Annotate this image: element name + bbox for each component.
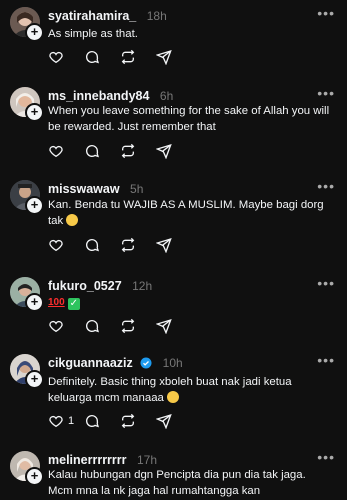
post-text: Kalau hubungan dgn Pencipta dia pun dia … bbox=[48, 469, 306, 497]
action-bar bbox=[48, 236, 192, 254]
username[interactable]: fukuro_0527 bbox=[48, 279, 122, 293]
repost-button[interactable] bbox=[120, 412, 156, 430]
timestamp: 17h bbox=[136, 453, 157, 467]
timestamp: 5h bbox=[130, 182, 144, 196]
send-icon bbox=[156, 413, 172, 429]
reply-button[interactable] bbox=[84, 142, 120, 160]
like-count: 1 bbox=[68, 415, 75, 427]
avatar[interactable]: + bbox=[10, 7, 44, 42]
reply-button[interactable] bbox=[84, 48, 120, 66]
post-text: When you leave something for the sake of… bbox=[48, 105, 330, 133]
comment-icon bbox=[86, 415, 99, 428]
follow-plus-icon[interactable]: + bbox=[25, 293, 44, 312]
repost-icon bbox=[121, 318, 135, 334]
comment-icon bbox=[86, 51, 99, 64]
like-button[interactable] bbox=[48, 236, 84, 254]
avatar[interactable]: + bbox=[10, 87, 44, 122]
share-button[interactable] bbox=[156, 317, 192, 335]
repost-button[interactable] bbox=[120, 48, 156, 66]
send-icon bbox=[156, 318, 172, 334]
timestamp: 18h bbox=[146, 9, 167, 23]
repost-icon bbox=[121, 413, 135, 429]
share-button[interactable] bbox=[156, 142, 192, 160]
reply-button[interactable] bbox=[84, 317, 120, 335]
more-icon[interactable]: ••• bbox=[317, 276, 335, 290]
username[interactable]: syatirahamira_ bbox=[48, 9, 136, 23]
threads-feed: + syatirahamira_ 18h ••• As simple as th… bbox=[0, 0, 347, 500]
username[interactable]: cikguannaaziz bbox=[48, 356, 133, 370]
repost-button[interactable] bbox=[120, 142, 156, 160]
like-button[interactable] bbox=[48, 142, 84, 160]
post-header: syatirahamira_ 18h bbox=[48, 7, 167, 25]
heart-icon bbox=[49, 320, 63, 333]
avatar[interactable]: + bbox=[10, 354, 44, 389]
heart-icon bbox=[49, 51, 63, 64]
post-text-content: Kan. Benda tu WAJIB AS A MUSLIM. Maybe b… bbox=[48, 199, 324, 227]
repost-icon bbox=[121, 237, 135, 253]
follow-plus-icon[interactable]: + bbox=[25, 370, 44, 389]
like-button[interactable] bbox=[48, 48, 84, 66]
heart-icon bbox=[49, 145, 63, 158]
avatar[interactable]: + bbox=[10, 451, 44, 486]
timestamp: 6h bbox=[159, 89, 174, 103]
comment-icon bbox=[86, 239, 99, 252]
follow-plus-icon[interactable]: + bbox=[25, 196, 44, 215]
smirk-emoji-icon bbox=[66, 214, 79, 226]
comment-icon bbox=[86, 320, 99, 333]
hundred-emoji-icon: 100 bbox=[48, 297, 65, 308]
like-button[interactable]: 1 bbox=[48, 412, 84, 430]
more-icon[interactable]: ••• bbox=[317, 450, 335, 464]
repost-icon bbox=[121, 143, 135, 159]
like-button[interactable] bbox=[48, 317, 84, 335]
repost-button[interactable] bbox=[120, 317, 156, 335]
send-icon bbox=[156, 143, 172, 159]
post-text: Definitely. Basic thing xboleh buat nak … bbox=[48, 374, 333, 406]
timestamp: 10h bbox=[162, 356, 183, 370]
send-icon bbox=[156, 237, 172, 253]
action-bar bbox=[48, 142, 192, 160]
follow-plus-icon[interactable]: + bbox=[25, 467, 44, 486]
action-bar bbox=[48, 317, 192, 335]
follow-plus-icon[interactable]: + bbox=[25, 23, 44, 42]
more-icon[interactable]: ••• bbox=[317, 6, 335, 20]
follow-plus-icon[interactable]: + bbox=[25, 103, 44, 122]
repost-button[interactable] bbox=[120, 236, 156, 254]
send-icon bbox=[156, 49, 172, 65]
more-icon[interactable]: ••• bbox=[317, 353, 335, 367]
post-text: As simple as that. bbox=[48, 28, 138, 40]
check-mark-emoji-icon: ✓ bbox=[67, 298, 80, 310]
heart-icon bbox=[49, 415, 63, 428]
comment-icon bbox=[86, 145, 99, 158]
username[interactable]: melinerrrrrrrr bbox=[48, 453, 127, 467]
avatar[interactable]: + bbox=[10, 277, 44, 312]
share-button[interactable] bbox=[156, 412, 192, 430]
sad-emoji-icon bbox=[167, 391, 180, 403]
action-bar: 1 bbox=[48, 412, 192, 430]
post-header: misswawaw 5h bbox=[48, 180, 143, 198]
avatar[interactable]: + bbox=[10, 180, 44, 215]
repost-icon bbox=[121, 49, 135, 65]
timestamp: 12h bbox=[132, 279, 153, 293]
verified-badge-icon bbox=[140, 357, 152, 369]
username[interactable]: ms_innebandy84 bbox=[48, 89, 149, 103]
post-header: cikguannaaziz 10h bbox=[48, 354, 183, 372]
share-button[interactable] bbox=[156, 236, 192, 254]
more-icon[interactable]: ••• bbox=[317, 86, 335, 100]
reply-button[interactable] bbox=[84, 236, 120, 254]
username[interactable]: misswawaw bbox=[48, 182, 120, 196]
post-text: Kan. Benda tu WAJIB AS A MUSLIM. Maybe b… bbox=[48, 197, 333, 229]
more-icon[interactable]: ••• bbox=[317, 179, 335, 193]
reply-button[interactable] bbox=[84, 412, 120, 430]
post-text: 100 ✓ bbox=[48, 294, 333, 311]
action-bar bbox=[48, 48, 192, 66]
heart-icon bbox=[49, 239, 63, 252]
share-button[interactable] bbox=[156, 48, 192, 66]
post-header: fukuro_0527 12h bbox=[48, 277, 152, 295]
